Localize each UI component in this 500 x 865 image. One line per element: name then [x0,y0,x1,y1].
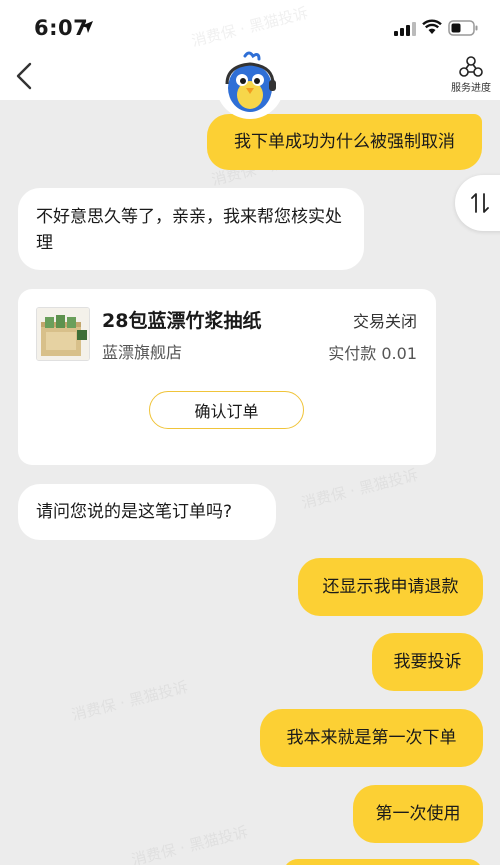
tissue-box-image [37,308,89,360]
confirm-order-button[interactable]: 确认订单 [149,391,304,429]
swap-sort-button[interactable] [455,175,500,231]
swap-vertical-icon [471,193,489,213]
watermark: 消费保 · 黑猫投诉 [69,677,190,725]
user-message-bubble-partial [283,859,483,865]
product-thumbnail[interactable] [36,307,90,361]
watermark: 消费保 · 黑猫投诉 [129,822,250,865]
progress-nodes-icon [459,56,483,77]
agent-message-bubble: 请问您说的是这笔订单吗? [18,484,276,540]
user-message-bubble: 我要投诉 [372,633,483,691]
battery-icon [448,20,478,36]
shop-name: 蓝漂旗舰店 [102,343,183,362]
paid-amount: 实付款 0.01 [328,344,417,363]
service-progress-label: 服务进度 [451,83,491,94]
user-message-bubble: 还显示我申请退款 [298,558,483,616]
service-progress-button[interactable]: 服务进度 [446,56,496,100]
order-card[interactable]: 28包蓝漂竹浆抽纸 蓝漂旗舰店 交易关闭 实付款 0.01 确认订单 [18,289,436,465]
order-status: 交易关闭 [352,312,417,331]
back-chevron-icon[interactable] [10,58,40,94]
user-message-bubble: 我下单成功为什么被强制取消 [207,114,482,170]
status-bar: 6:07 [0,0,500,52]
location-arrow-icon [81,21,93,33]
product-name[interactable]: 28包蓝漂竹浆抽纸 [102,306,261,333]
wifi-icon [422,19,442,34]
cell-signal-icon [394,22,416,36]
user-message-bubble: 第一次使用 [353,785,483,843]
user-message-bubble: 我本来就是第一次下单 [260,709,483,767]
agent-message-bubble: 不好意思久等了，亲亲，我来帮您核实处理 [18,188,364,270]
bird-mascot-avatar-icon [216,51,284,119]
watermark: 消费保 · 黑猫投诉 [299,465,420,513]
